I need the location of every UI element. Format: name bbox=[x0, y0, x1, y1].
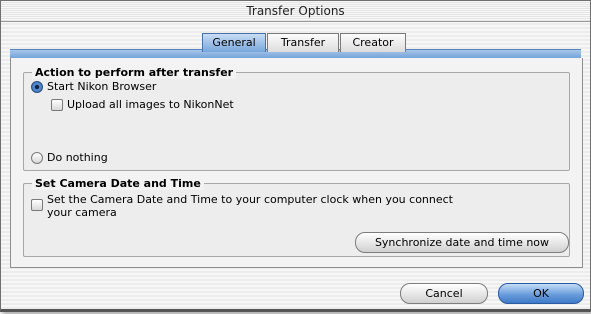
action-group-title: Action to perform after transfer bbox=[32, 66, 237, 79]
tab-creator[interactable]: Creator bbox=[340, 33, 406, 52]
general-panel: Action to perform after transfer Start N… bbox=[10, 58, 583, 268]
window-title: Transfer Options bbox=[1, 1, 590, 22]
set-date-label-line2[interactable]: your camera bbox=[47, 206, 117, 219]
do-nothing-label[interactable]: Do nothing bbox=[47, 151, 108, 164]
start-browser-label[interactable]: Start Nikon Browser bbox=[47, 80, 156, 93]
set-date-checkbox[interactable] bbox=[31, 199, 43, 211]
ok-button[interactable]: OK bbox=[498, 283, 584, 304]
tab-general[interactable]: General bbox=[202, 33, 266, 52]
start-browser-radio[interactable] bbox=[31, 81, 43, 93]
transfer-options-window: Transfer Options General Transfer Creato… bbox=[0, 0, 591, 312]
upload-label[interactable]: Upload all images to NikonNet bbox=[67, 98, 234, 111]
cancel-button[interactable]: Cancel bbox=[400, 283, 488, 304]
set-date-label-line1[interactable]: Set the Camera Date and Time to your com… bbox=[47, 193, 453, 206]
do-nothing-radio[interactable] bbox=[31, 152, 43, 164]
date-group-title: Set Camera Date and Time bbox=[32, 177, 204, 190]
tab-transfer[interactable]: Transfer bbox=[267, 33, 339, 52]
upload-checkbox[interactable] bbox=[51, 99, 63, 111]
synchronize-button[interactable]: Synchronize date and time now bbox=[355, 232, 569, 253]
